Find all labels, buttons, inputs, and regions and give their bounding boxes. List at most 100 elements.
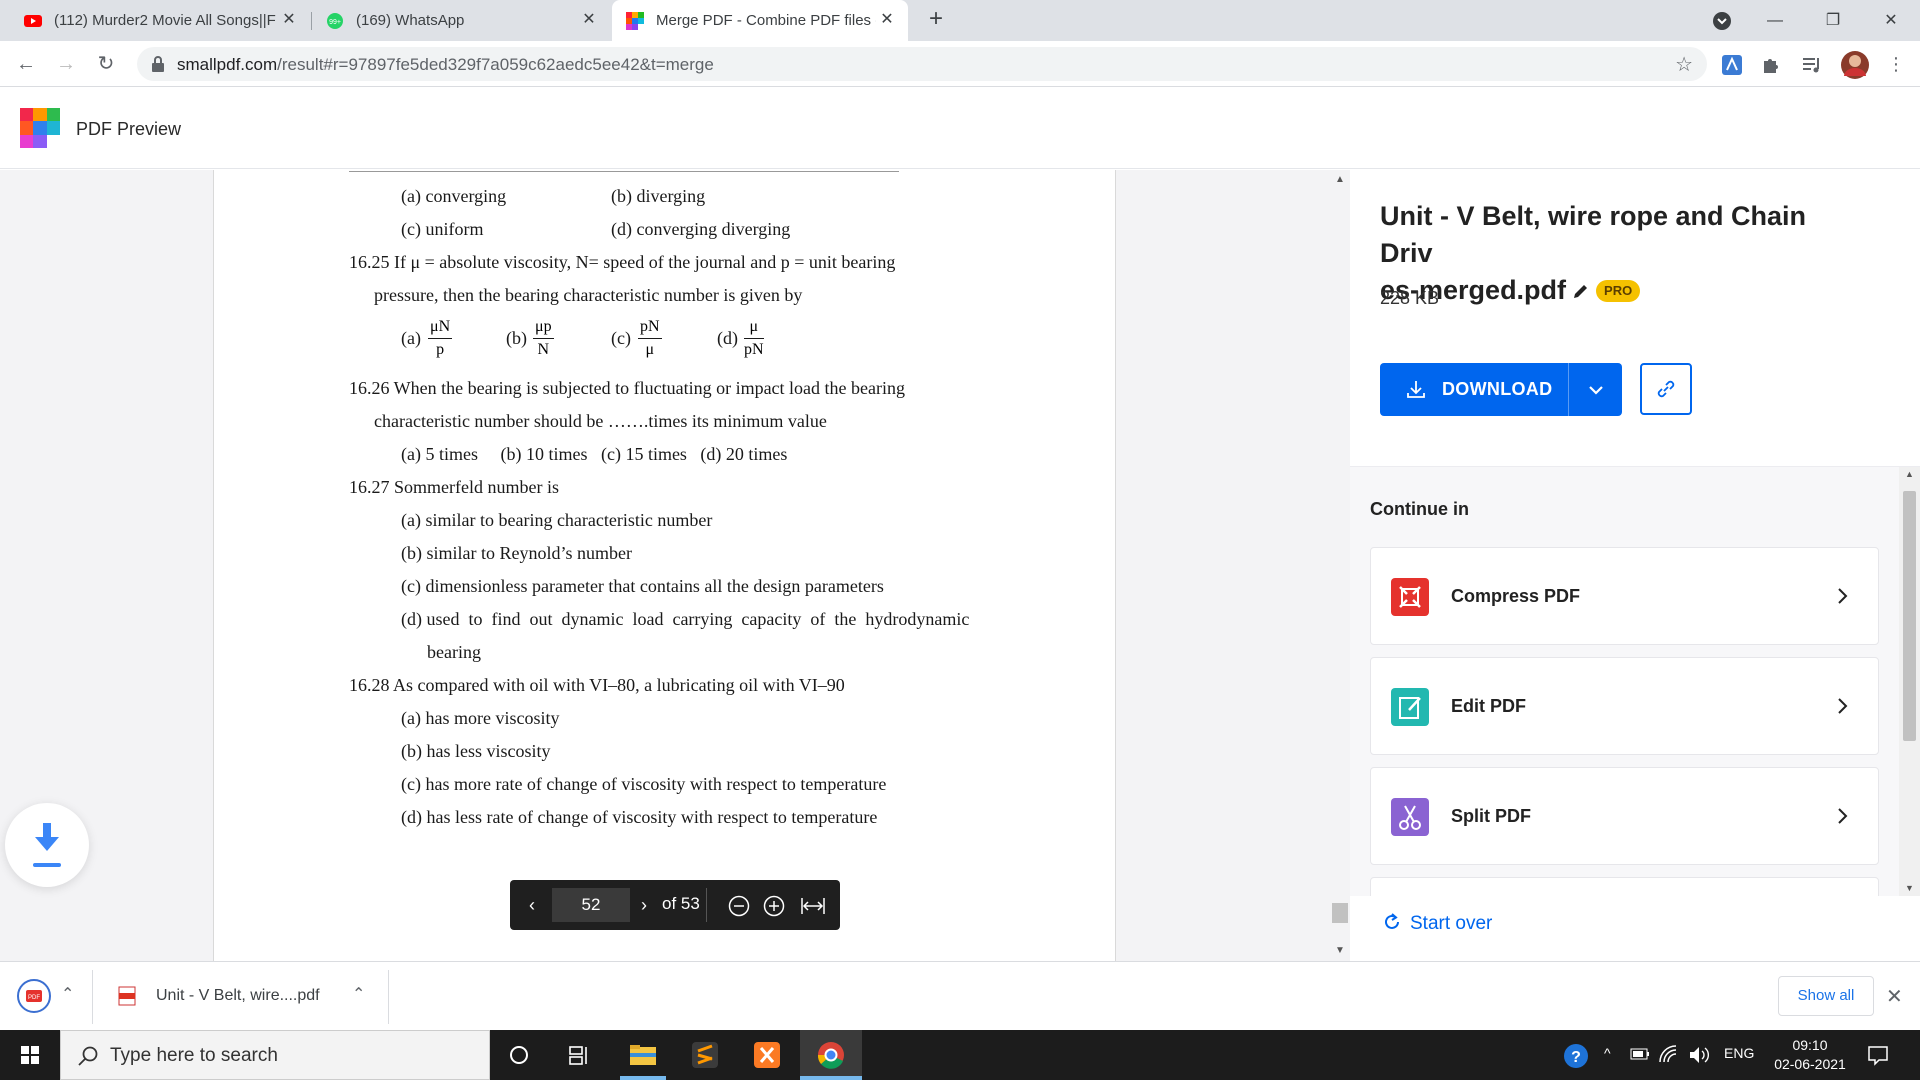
- cortana-icon[interactable]: [503, 1039, 535, 1071]
- zoom-in-icon[interactable]: [763, 895, 785, 917]
- doc-line: (a) has more viscosity: [401, 708, 560, 728]
- taskbar-search-box[interactable]: Type here to search: [60, 1030, 490, 1080]
- share-link-button[interactable]: [1640, 363, 1692, 415]
- clipped-text-line: [349, 170, 899, 172]
- pdf-preview-area[interactable]: (a) converging (b) diverging (c) uniform…: [0, 170, 1350, 961]
- continue-compress-pdf[interactable]: Compress PDF: [1370, 547, 1879, 645]
- previous-page-button[interactable]: ‹: [518, 891, 546, 919]
- tray-chevron-up-icon[interactable]: ^: [1604, 1045, 1611, 1061]
- close-tab-icon[interactable]: ✕: [580, 11, 598, 29]
- chevron-down-icon[interactable]: [1585, 379, 1607, 401]
- file-name: Unit - V Belt, wire rope and Chain Driv …: [1380, 201, 1807, 305]
- windows-start-icon[interactable]: [0, 1030, 60, 1080]
- fit-width-icon[interactable]: [800, 896, 826, 916]
- tab-title: (112) Murder2 Movie All Songs||F: [54, 12, 276, 29]
- url-field[interactable]: smallpdf.com/result#r=97897fe5ded329f7a0…: [137, 47, 1707, 81]
- back-icon[interactable]: ←: [10, 48, 42, 80]
- link-icon: [1657, 380, 1675, 398]
- volume-icon[interactable]: [1688, 1045, 1710, 1065]
- doc-line: 16.26 When the bearing is subjected to f…: [349, 378, 906, 398]
- browser-tab-bar: (112) Murder2 Movie All Songs||F ✕ 99+ (…: [0, 0, 1920, 41]
- file-size: 228 KB: [1380, 288, 1440, 308]
- media-control-icon[interactable]: [1800, 53, 1824, 77]
- new-tab-button[interactable]: +: [924, 7, 948, 32]
- continue-split-pdf[interactable]: Split PDF: [1370, 767, 1879, 865]
- page-number-input[interactable]: [552, 888, 630, 922]
- start-over-link[interactable]: Start over: [1382, 912, 1492, 935]
- chrome-icon[interactable]: [815, 1039, 847, 1071]
- downloaded-file-name[interactable]: Unit - V Belt, wire....pdf: [156, 987, 320, 1005]
- scroll-down-icon[interactable]: ▼: [1335, 945, 1345, 956]
- puzzle-icon[interactable]: [1760, 53, 1784, 77]
- doc-line: 16.27 Sommerfeld number is: [349, 477, 559, 497]
- scroll-up-icon[interactable]: ▲: [1905, 469, 1914, 479]
- tab-whatsapp[interactable]: 99+ (169) WhatsApp ✕: [312, 0, 610, 41]
- continue-heading: Continue in: [1370, 499, 1469, 519]
- close-tab-icon[interactable]: ✕: [280, 11, 298, 29]
- whatsapp-icon: 99+: [327, 12, 343, 29]
- doc-line: 16.25 If μ = absolute viscosity, N= spee…: [349, 252, 896, 272]
- file-title: Unit - V Belt, wire rope and Chain Driv …: [1380, 198, 1860, 309]
- scrollbar-thumb[interactable]: [1903, 491, 1916, 741]
- download-button[interactable]: DOWNLOAD: [1380, 363, 1622, 416]
- scroll-down-icon[interactable]: ▼: [1905, 883, 1914, 893]
- profile-avatar[interactable]: [1840, 50, 1870, 80]
- continue-edit-pdf[interactable]: Edit PDF: [1370, 657, 1879, 755]
- reload-icon[interactable]: ↻: [90, 48, 122, 80]
- close-shelf-icon[interactable]: ✕: [1886, 984, 1903, 1009]
- doc-line: (c) has more rate of change of viscosity…: [401, 774, 887, 794]
- zoom-out-icon[interactable]: [728, 895, 750, 917]
- battery-icon[interactable]: [1630, 1047, 1650, 1061]
- bookmark-star-icon[interactable]: ☆: [1675, 52, 1693, 77]
- language-indicator[interactable]: ENG: [1724, 1045, 1754, 1061]
- floating-download-button[interactable]: [5, 803, 89, 887]
- chevron-up-icon[interactable]: ⌃: [61, 984, 74, 1004]
- smallpdf-logo[interactable]: [20, 108, 60, 148]
- scroll-up-icon[interactable]: ▲: [1335, 174, 1345, 185]
- file-explorer-icon[interactable]: [627, 1039, 659, 1071]
- start-over-label: Start over: [1410, 913, 1493, 934]
- minimize-icon[interactable]: —: [1752, 0, 1798, 41]
- tab-search-icon[interactable]: [1712, 11, 1732, 31]
- fraction-denominator: N: [537, 341, 550, 358]
- pdf-app-icon[interactable]: PDF: [16, 978, 52, 1014]
- doc-line: (d) converging diverging: [611, 219, 791, 239]
- scrollbar-thumb[interactable]: [1332, 903, 1348, 923]
- panel-scrollbar[interactable]: ▲ ▼: [1899, 467, 1920, 896]
- forward-icon[interactable]: →: [50, 48, 82, 80]
- wifi-icon[interactable]: [1658, 1044, 1678, 1064]
- edit-pencil-icon[interactable]: [1572, 282, 1590, 300]
- tab-title: (169) WhatsApp: [356, 12, 465, 29]
- chevron-up-icon[interactable]: ⌃: [352, 984, 365, 1004]
- preview-scrollbar[interactable]: ▲ ▼: [1330, 170, 1350, 961]
- menu-kebab-icon[interactable]: ⋮: [1880, 48, 1912, 80]
- shelf-divider: [92, 970, 93, 1024]
- tab-smallpdf[interactable]: Merge PDF - Combine PDF files o ✕: [612, 0, 908, 41]
- help-icon[interactable]: ?: [1562, 1042, 1590, 1070]
- next-page-button[interactable]: ›: [630, 891, 658, 919]
- system-clock[interactable]: 09:10 02-06-2021: [1760, 1036, 1860, 1074]
- sublime-text-icon[interactable]: [689, 1039, 721, 1071]
- close-window-icon[interactable]: ✕: [1868, 0, 1914, 41]
- close-tab-icon[interactable]: ✕: [878, 11, 896, 29]
- xampp-icon[interactable]: [751, 1039, 783, 1071]
- task-view-icon[interactable]: [564, 1039, 596, 1071]
- option-label: (a): [401, 328, 421, 348]
- continue-next-card[interactable]: [1370, 877, 1879, 896]
- show-all-button[interactable]: Show all: [1778, 976, 1874, 1016]
- notification-icon[interactable]: [1866, 1043, 1890, 1067]
- tab-youtube[interactable]: (112) Murder2 Movie All Songs||F ✕: [10, 0, 310, 41]
- windows-taskbar: Type here to search ? ^ ENG 09:10 02-06-…: [0, 1030, 1920, 1080]
- doc-line: (d) used to find out dynamic load carryi…: [401, 609, 970, 629]
- restore-icon[interactable]: ❐: [1810, 0, 1856, 41]
- whatsapp-badge: 99+: [329, 19, 341, 26]
- page-navigator: ‹ › of 53: [510, 880, 840, 930]
- option-label: (c): [611, 328, 631, 348]
- doc-line: (c) dimensionless parameter that contain…: [401, 576, 884, 596]
- app-header: PDF Preview: [0, 88, 1920, 169]
- doc-line: (b) diverging: [611, 186, 706, 206]
- app-title: PDF Preview: [76, 119, 182, 139]
- extension-icon[interactable]: [1720, 53, 1744, 77]
- card-label: Compress PDF: [1451, 586, 1581, 606]
- active-app-indicator: [800, 1076, 862, 1080]
